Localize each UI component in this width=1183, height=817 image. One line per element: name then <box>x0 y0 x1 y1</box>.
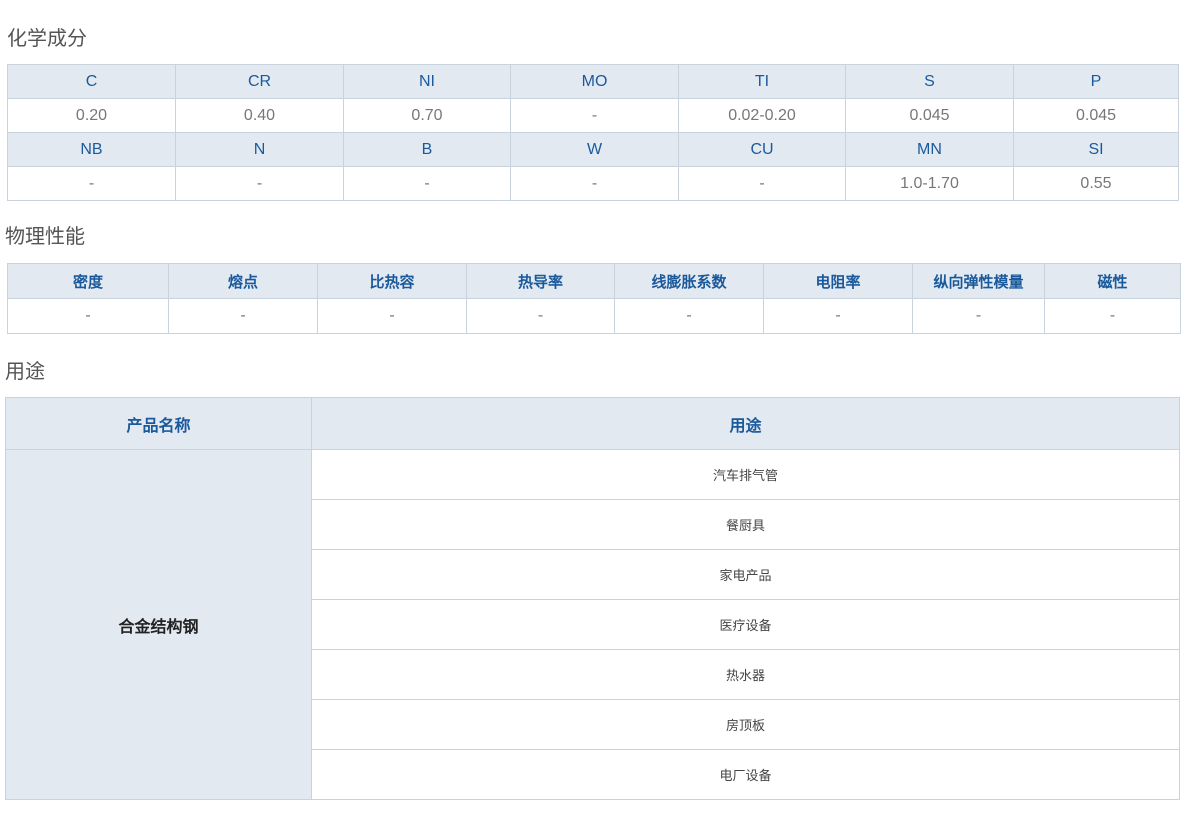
chem-value-cell: - <box>7 166 176 201</box>
chem-header-cell: MO <box>510 64 679 99</box>
usage-row: 合金结构钢 汽车排气管 <box>5 449 1180 800</box>
usage-item: 医疗设备 <box>311 599 1180 650</box>
chem-value-row-1: 0.20 0.40 0.70 - 0.02-0.20 0.045 0.045 <box>7 98 1179 133</box>
phys-header-cell: 电阻率 <box>763 263 913 299</box>
usage-item: 家电产品 <box>311 549 1180 600</box>
usage-header: 用途 <box>311 397 1180 450</box>
chem-value-row-2: - - - - - 1.0-1.70 0.55 <box>7 166 1179 201</box>
chem-header-cell: P <box>1013 64 1179 99</box>
chem-value-cell: 0.20 <box>7 98 176 133</box>
phys-value-cell: - <box>1044 298 1181 334</box>
phys-value-cell: - <box>466 298 615 334</box>
usage-header-row: 产品名称 用途 <box>5 397 1180 450</box>
chem-value-cell: 0.045 <box>845 98 1014 133</box>
phys-header-cell: 比热容 <box>317 263 467 299</box>
chem-header-cell: CU <box>678 132 846 167</box>
physical-properties-table: 密度 熔点 比热容 热导率 线膨胀系数 电阻率 纵向弹性模量 磁性 - - - … <box>7 263 1181 334</box>
phys-header-row: 密度 熔点 比热容 热导率 线膨胀系数 电阻率 纵向弹性模量 磁性 <box>7 263 1181 299</box>
chem-header-cell: B <box>343 132 511 167</box>
chem-value-cell: - <box>343 166 511 201</box>
chem-header-cell: NB <box>7 132 176 167</box>
chem-header-cell: NI <box>343 64 511 99</box>
phys-value-cell: - <box>168 298 318 334</box>
chem-value-cell: 0.045 <box>1013 98 1179 133</box>
phys-header-cell: 密度 <box>7 263 169 299</box>
chem-value-cell: 0.55 <box>1013 166 1179 201</box>
usage-item: 餐厨具 <box>311 499 1180 550</box>
chem-value-cell: - <box>175 166 344 201</box>
chem-header-cell: CR <box>175 64 344 99</box>
phys-value-cell: - <box>912 298 1045 334</box>
phys-header-cell: 熔点 <box>168 263 318 299</box>
chem-value-cell: - <box>678 166 846 201</box>
chem-header-cell: MN <box>845 132 1014 167</box>
chem-header-cell: W <box>510 132 679 167</box>
chem-header-cell: N <box>175 132 344 167</box>
chem-value-cell: - <box>510 98 679 133</box>
chem-header-cell: TI <box>678 64 846 99</box>
chem-header-row-2: NB N B W CU MN SI <box>7 132 1179 167</box>
physical-properties-title: 物理性能 <box>5 224 85 248</box>
phys-header-cell: 磁性 <box>1044 263 1181 299</box>
usage-item: 汽车排气管 <box>311 449 1180 500</box>
chem-value-cell: 1.0-1.70 <box>845 166 1014 201</box>
chem-header-cell: S <box>845 64 1014 99</box>
chem-header-cell: SI <box>1013 132 1179 167</box>
phys-value-cell: - <box>614 298 764 334</box>
phys-value-row: - - - - - - - - <box>7 298 1181 334</box>
chemical-composition-title: 化学成分 <box>7 26 87 50</box>
usage-item: 热水器 <box>311 649 1180 700</box>
phys-header-cell: 纵向弹性模量 <box>912 263 1045 299</box>
chem-header-cell: C <box>7 64 176 99</box>
usage-table: 产品名称 用途 合金结构钢 汽车排气管 餐厨具 家电产品 医疗设备 热水器 房顶… <box>5 397 1180 800</box>
phys-header-cell: 热导率 <box>466 263 615 299</box>
chemical-composition-table: C CR NI MO TI S P 0.20 0.40 0.70 - 0.02-… <box>7 64 1179 201</box>
product-name-header: 产品名称 <box>5 397 312 450</box>
phys-value-cell: - <box>7 298 169 334</box>
phys-value-cell: - <box>763 298 913 334</box>
chem-value-cell: 0.70 <box>343 98 511 133</box>
chem-value-cell: 0.02-0.20 <box>678 98 846 133</box>
usage-title: 用途 <box>5 359 45 383</box>
chem-value-cell: 0.40 <box>175 98 344 133</box>
chem-value-cell: - <box>510 166 679 201</box>
usage-item: 房顶板 <box>311 699 1180 750</box>
product-name-cell: 合金结构钢 <box>5 449 312 800</box>
usage-item: 电厂设备 <box>311 749 1180 800</box>
chem-header-row-1: C CR NI MO TI S P <box>7 64 1179 99</box>
phys-header-cell: 线膨胀系数 <box>614 263 764 299</box>
phys-value-cell: - <box>317 298 467 334</box>
